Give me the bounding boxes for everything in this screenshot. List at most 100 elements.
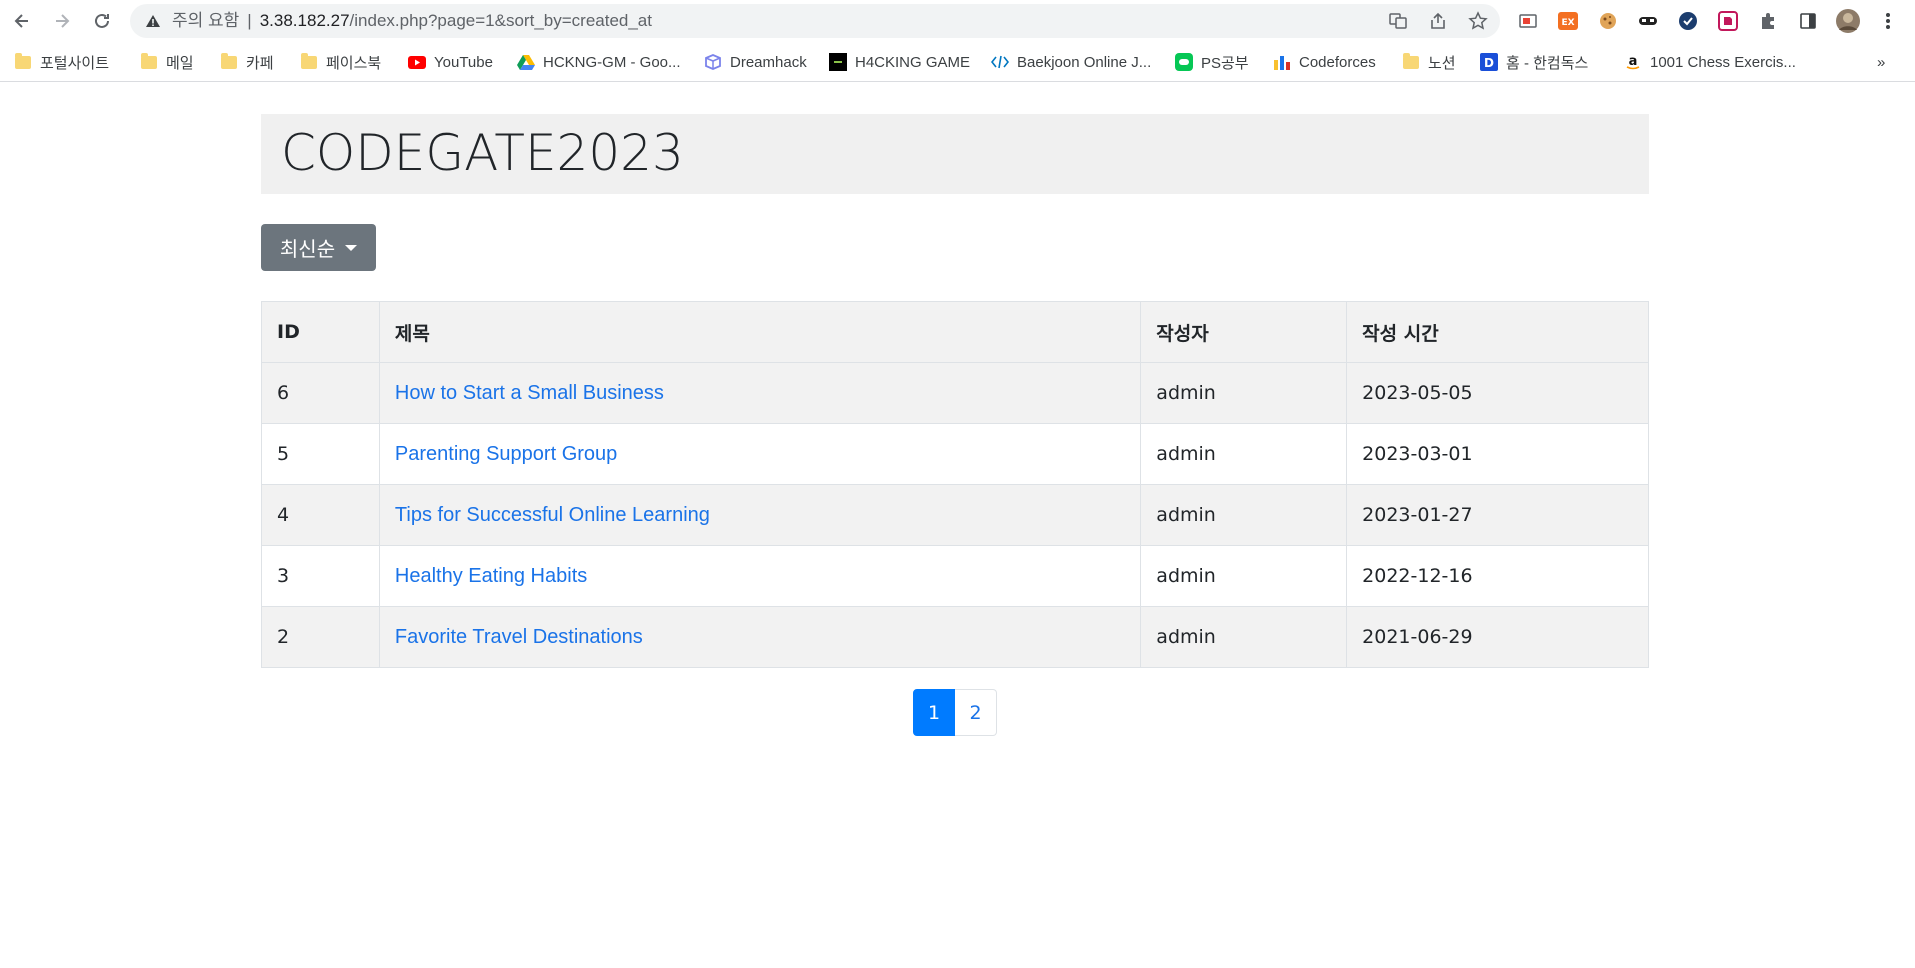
- google-drive-icon: [517, 53, 535, 71]
- column-header-author: 작성자: [1140, 301, 1348, 363]
- svg-text:D: D: [1484, 56, 1494, 70]
- column-header-title: 제목: [378, 301, 1142, 363]
- bookmark-chess-exercises[interactable]: a 1001 Chess Exercis...: [1624, 50, 1796, 74]
- table-row: 3 Healthy Eating Habits admin 2022-12-16: [261, 545, 1649, 607]
- cell-title: Healthy Eating Habits: [378, 545, 1142, 607]
- cookie-icon[interactable]: [1595, 8, 1621, 34]
- folder-icon: [1402, 52, 1420, 71]
- share-icon[interactable]: [1426, 9, 1450, 33]
- bookmark-cafe[interactable]: 카페: [220, 50, 274, 74]
- bookmark-notion[interactable]: 노션: [1402, 50, 1456, 74]
- url-host: 3.38.182.27: [259, 11, 350, 30]
- svg-text:a: a: [1629, 54, 1638, 69]
- post-title-link[interactable]: Tips for Successful Online Learning: [395, 504, 710, 526]
- bookmark-portal[interactable]: 포털사이트: [14, 50, 109, 74]
- mask-icon[interactable]: [1635, 8, 1661, 34]
- amazon-icon: a: [1624, 53, 1642, 71]
- pagination: 1 2: [913, 689, 997, 736]
- bookmark-label: Baekjoon Online J...: [1017, 53, 1152, 71]
- cell-title: Favorite Travel Destinations: [378, 606, 1142, 668]
- bookmark-youtube[interactable]: YouTube: [408, 50, 493, 74]
- cell-author: admin: [1140, 606, 1348, 668]
- post-title-link[interactable]: Healthy Eating Habits: [395, 565, 587, 587]
- not-secure-warning-icon[interactable]: [144, 12, 162, 30]
- bookmark-codeforces[interactable]: Codeforces: [1273, 50, 1376, 74]
- posts-table: ID 제목 작성자 작성 시간 6 How to Start a Small B…: [261, 301, 1649, 668]
- cell-created: 2023-03-01: [1346, 423, 1649, 485]
- cell-id: 3: [261, 545, 380, 607]
- url-path: /index.php?page=1&sort_by=created_at: [349, 11, 652, 30]
- reload-button[interactable]: [89, 8, 115, 34]
- sort-dropdown-button[interactable]: 최신순: [261, 224, 376, 271]
- cell-author: admin: [1140, 423, 1348, 485]
- forward-button[interactable]: [49, 8, 75, 34]
- cell-author: admin: [1140, 362, 1348, 424]
- back-button[interactable]: [9, 8, 35, 34]
- bookmark-ps-study[interactable]: PS공부: [1175, 50, 1249, 74]
- sort-dropdown-label: 최신순: [279, 237, 336, 261]
- column-header-created: 작성 시간: [1346, 301, 1649, 363]
- bookmark-baekjoon[interactable]: Baekjoon Online J...: [991, 50, 1151, 74]
- column-header-id: ID: [261, 301, 380, 363]
- code-brackets-icon: [991, 53, 1009, 71]
- bookmark-h4cking-game[interactable]: H4CKING GAME: [829, 50, 970, 74]
- bookmark-label: YouTube: [434, 53, 493, 71]
- security-label: 주의 요함: [172, 11, 240, 30]
- bookmark-star-icon[interactable]: [1466, 9, 1490, 33]
- browser-toolbar: 주의 요함 | 3.38.182.27/index.php?page=1&sort_…: [0, 0, 1915, 42]
- bookmark-dreamhack[interactable]: Dreamhack: [704, 50, 807, 74]
- bookmark-label: 홈 - 한컴독스: [1506, 54, 1589, 72]
- bookmark-hancom-docs[interactable]: D 홈 - 한컴독스: [1480, 50, 1588, 74]
- editthiscookie-ex-icon[interactable]: EX: [1555, 8, 1581, 34]
- cell-created: 2022-12-16: [1346, 545, 1649, 607]
- cast-icon[interactable]: [1515, 8, 1541, 34]
- table-row: 4 Tips for Successful Online Learning ad…: [261, 484, 1649, 546]
- cell-id: 6: [261, 362, 380, 424]
- page-header: CODEGATE2023: [261, 114, 1649, 194]
- bookmark-mail[interactable]: 메일: [140, 50, 194, 74]
- bookmark-label: 1001 Chess Exercis...: [1650, 53, 1796, 71]
- h4cking-game-icon: [829, 53, 847, 71]
- bookmark-label: 포털사이트: [40, 54, 110, 72]
- bookmark-label: 카페: [246, 54, 274, 72]
- bookmark-label: H4CKING GAME: [855, 53, 971, 71]
- table-row: 6 How to Start a Small Business admin 20…: [261, 362, 1649, 424]
- bookmark-google-drive[interactable]: HCKNG-GM - Goo...: [517, 50, 681, 74]
- table-row: 5 Parenting Support Group admin 2023-03-…: [261, 423, 1649, 485]
- table-header-row: ID 제목 작성자 작성 시간: [261, 301, 1649, 363]
- post-title-link[interactable]: Favorite Travel Destinations: [395, 626, 643, 648]
- bookmark-label: Dreamhack: [730, 53, 807, 71]
- cell-author: admin: [1140, 484, 1348, 546]
- folder-icon: [140, 52, 158, 71]
- post-title-link[interactable]: Parenting Support Group: [395, 443, 617, 465]
- bookmark-label: PS공부: [1201, 54, 1249, 72]
- youtube-icon: [408, 53, 426, 71]
- bookmark-label: 페이스북: [326, 54, 382, 72]
- cell-created: 2021-06-29: [1346, 606, 1649, 668]
- translate-icon[interactable]: [1386, 9, 1410, 33]
- bookmarks-overflow-button[interactable]: »: [1877, 50, 1885, 74]
- page-link-2[interactable]: 2: [955, 689, 997, 736]
- bookmarks-bar: 포털사이트 메일 카페 페이스북 YouTube HCKNG-GM - Goo.…: [0, 42, 1915, 82]
- checkmark-shield-icon[interactable]: [1675, 8, 1701, 34]
- address-bar[interactable]: 주의 요함 | 3.38.182.27/index.php?page=1&sort_…: [130, 4, 1500, 38]
- omnibox-actions: [1386, 9, 1490, 33]
- folder-icon: [300, 52, 318, 71]
- page-link-1[interactable]: 1: [913, 689, 955, 736]
- cell-created: 2023-05-05: [1346, 362, 1649, 424]
- page-title: CODEGATE2023: [281, 124, 684, 182]
- profile-avatar[interactable]: [1835, 8, 1861, 34]
- folder-icon: [14, 52, 32, 71]
- cell-id: 5: [261, 423, 380, 485]
- caret-down-icon: [345, 244, 358, 251]
- bookmark-facebook[interactable]: 페이스북: [300, 50, 381, 74]
- magenta-extension-icon[interactable]: [1715, 8, 1741, 34]
- url-text[interactable]: 주의 요함 | 3.38.182.27/index.php?page=1&sort_…: [172, 4, 652, 38]
- reload-icon: [95, 13, 109, 28]
- chevron-double-right-icon: »: [1877, 53, 1886, 71]
- post-title-link[interactable]: How to Start a Small Business: [395, 382, 664, 404]
- browser-menu-icon[interactable]: [1875, 8, 1901, 34]
- cell-title: Parenting Support Group: [378, 423, 1142, 485]
- extensions-puzzle-icon[interactable]: [1755, 8, 1781, 34]
- side-panel-icon[interactable]: [1795, 8, 1821, 34]
